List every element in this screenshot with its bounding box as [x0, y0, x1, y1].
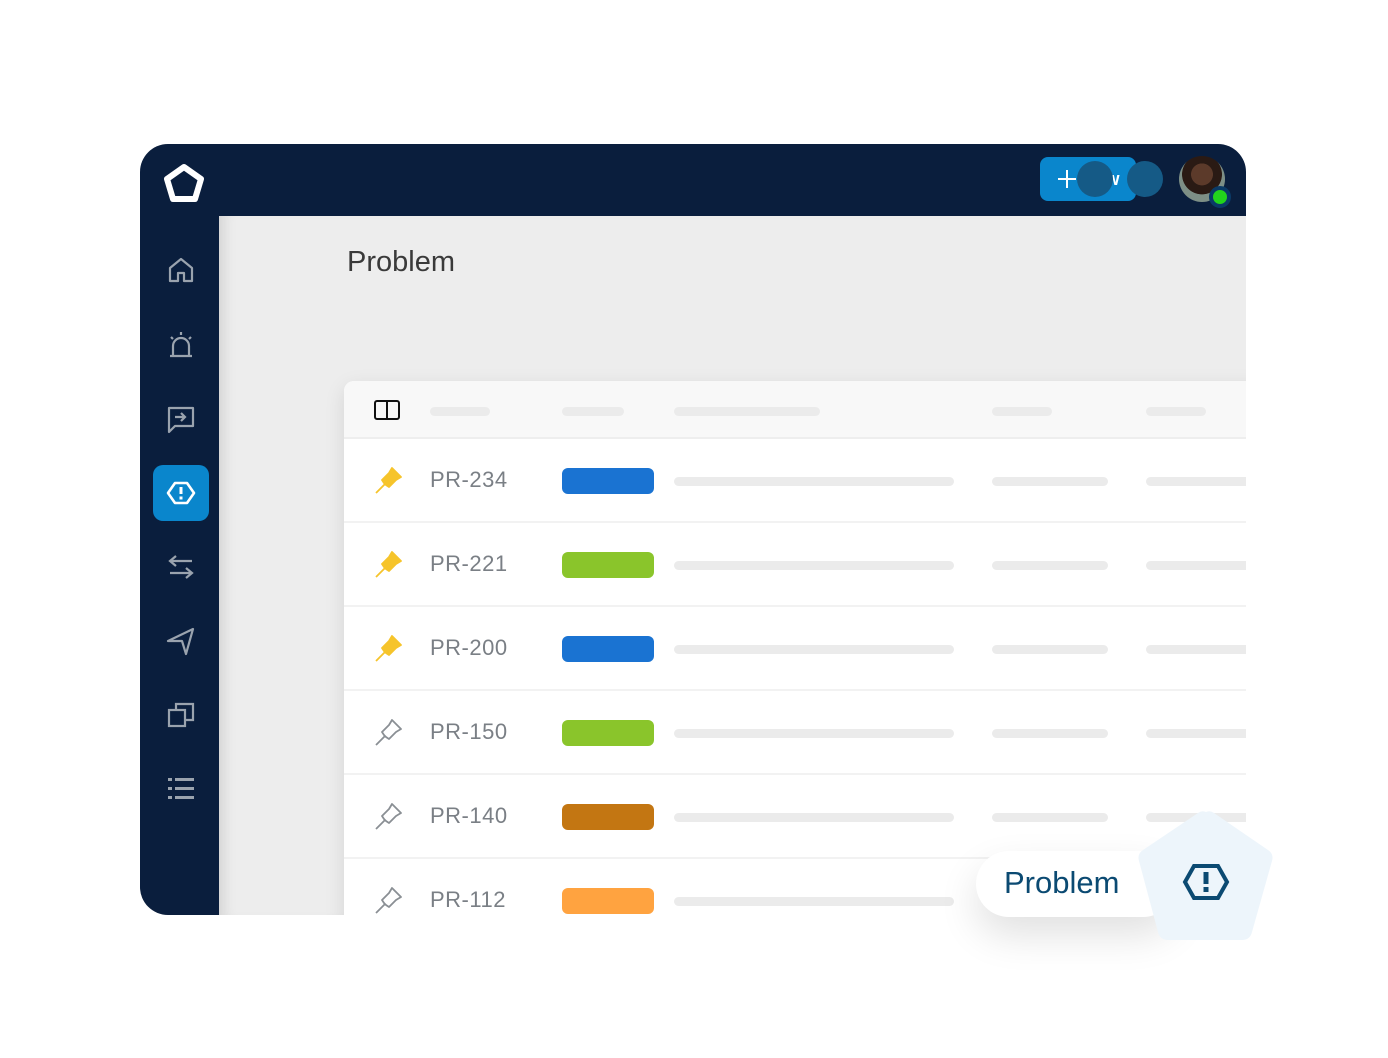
- cell-placeholder: [674, 477, 954, 486]
- siren-icon: [170, 332, 192, 358]
- cell-placeholder: [1146, 561, 1246, 570]
- status-tag: [562, 888, 654, 914]
- sidebar: [140, 144, 219, 915]
- cell-placeholder: [992, 561, 1108, 570]
- problem-badge: [1138, 811, 1273, 940]
- column-header-placeholder[interactable]: [1146, 407, 1206, 416]
- table-row[interactable]: PR-234: [344, 439, 1246, 523]
- topbar-action-button[interactable]: [1077, 161, 1113, 197]
- copy-squares-icon: [167, 702, 195, 728]
- cell-placeholder: [674, 729, 954, 738]
- pin-outline-icon[interactable]: [372, 715, 406, 749]
- problem-chip-label: Problem: [1004, 865, 1120, 900]
- problem-id[interactable]: PR-200: [430, 635, 508, 661]
- user-avatar[interactable]: [1179, 156, 1231, 208]
- sidebar-item-releases[interactable]: [153, 613, 209, 669]
- list-icon: [168, 778, 194, 799]
- table-row[interactable]: PR-150: [344, 691, 1246, 775]
- cell-placeholder: [674, 897, 954, 906]
- sidebar-item-home[interactable]: [153, 242, 209, 298]
- problem-id[interactable]: PR-150: [430, 719, 508, 745]
- sidebar-item-alerts[interactable]: [153, 317, 209, 373]
- swap-arrows-icon: [168, 555, 194, 579]
- status-tag: [562, 636, 654, 662]
- sidebar-item-requests[interactable]: [153, 391, 209, 447]
- table-row[interactable]: PR-221: [344, 523, 1246, 607]
- online-status-dot: [1209, 186, 1231, 208]
- plus-icon: [1058, 170, 1077, 188]
- problem-id[interactable]: PR-221: [430, 551, 508, 577]
- pin-filled-icon[interactable]: [372, 631, 406, 665]
- message-arrow-icon: [167, 406, 195, 434]
- topbar-action-button[interactable]: [1127, 161, 1163, 197]
- cell-placeholder: [1146, 477, 1246, 486]
- cell-placeholder: [674, 645, 954, 654]
- cell-placeholder: [1146, 729, 1246, 738]
- cell-placeholder: [674, 813, 954, 822]
- table-row[interactable]: PR-140: [344, 775, 1246, 859]
- columns-icon[interactable]: [374, 400, 400, 420]
- cell-placeholder: [992, 477, 1108, 486]
- status-tag: [562, 468, 654, 494]
- pin-filled-icon[interactable]: [372, 463, 406, 497]
- table-header: [344, 381, 1246, 439]
- status-tag: [562, 552, 654, 578]
- status-tag: [562, 720, 654, 746]
- problem-id[interactable]: PR-234: [430, 467, 508, 493]
- cell-placeholder: [1146, 645, 1246, 654]
- column-header-placeholder[interactable]: [992, 407, 1052, 416]
- pin-filled-icon[interactable]: [372, 547, 406, 581]
- send-icon: [166, 627, 195, 656]
- column-header-placeholder[interactable]: [430, 407, 490, 416]
- sidebar-item-problem[interactable]: [153, 465, 209, 521]
- problem-table: PR-234 PR-221 PR-200 PR-150 PR-140 PR-112: [344, 381, 1246, 915]
- hexagon-exclamation-icon: [166, 481, 196, 505]
- home-icon: [168, 257, 194, 283]
- sidebar-item-list[interactable]: [153, 761, 209, 817]
- pin-outline-icon[interactable]: [372, 799, 406, 833]
- cell-placeholder: [992, 729, 1108, 738]
- cell-placeholder: [674, 561, 954, 570]
- problem-id[interactable]: PR-112: [430, 887, 506, 913]
- column-header-placeholder[interactable]: [562, 407, 624, 416]
- pin-outline-icon[interactable]: [372, 883, 406, 915]
- status-tag: [562, 804, 654, 830]
- column-header-placeholder[interactable]: [674, 407, 820, 416]
- pentagon-logo-icon[interactable]: [162, 162, 206, 206]
- sidebar-item-changes[interactable]: [153, 539, 209, 595]
- sidebar-item-assets[interactable]: [153, 687, 209, 743]
- page-title: Problem: [347, 246, 455, 278]
- top-bar: New: [219, 144, 1246, 216]
- problem-id[interactable]: PR-140: [430, 803, 508, 829]
- cell-placeholder: [992, 645, 1108, 654]
- table-row[interactable]: PR-200: [344, 607, 1246, 691]
- cell-placeholder: [992, 813, 1108, 822]
- app-window: New Problem PR-234 PR-221 PR-200 PR-150 PR-1…: [140, 144, 1246, 915]
- main-content: Problem PR-234 PR-221 PR-200 PR-150 PR-140 PR…: [219, 216, 1246, 915]
